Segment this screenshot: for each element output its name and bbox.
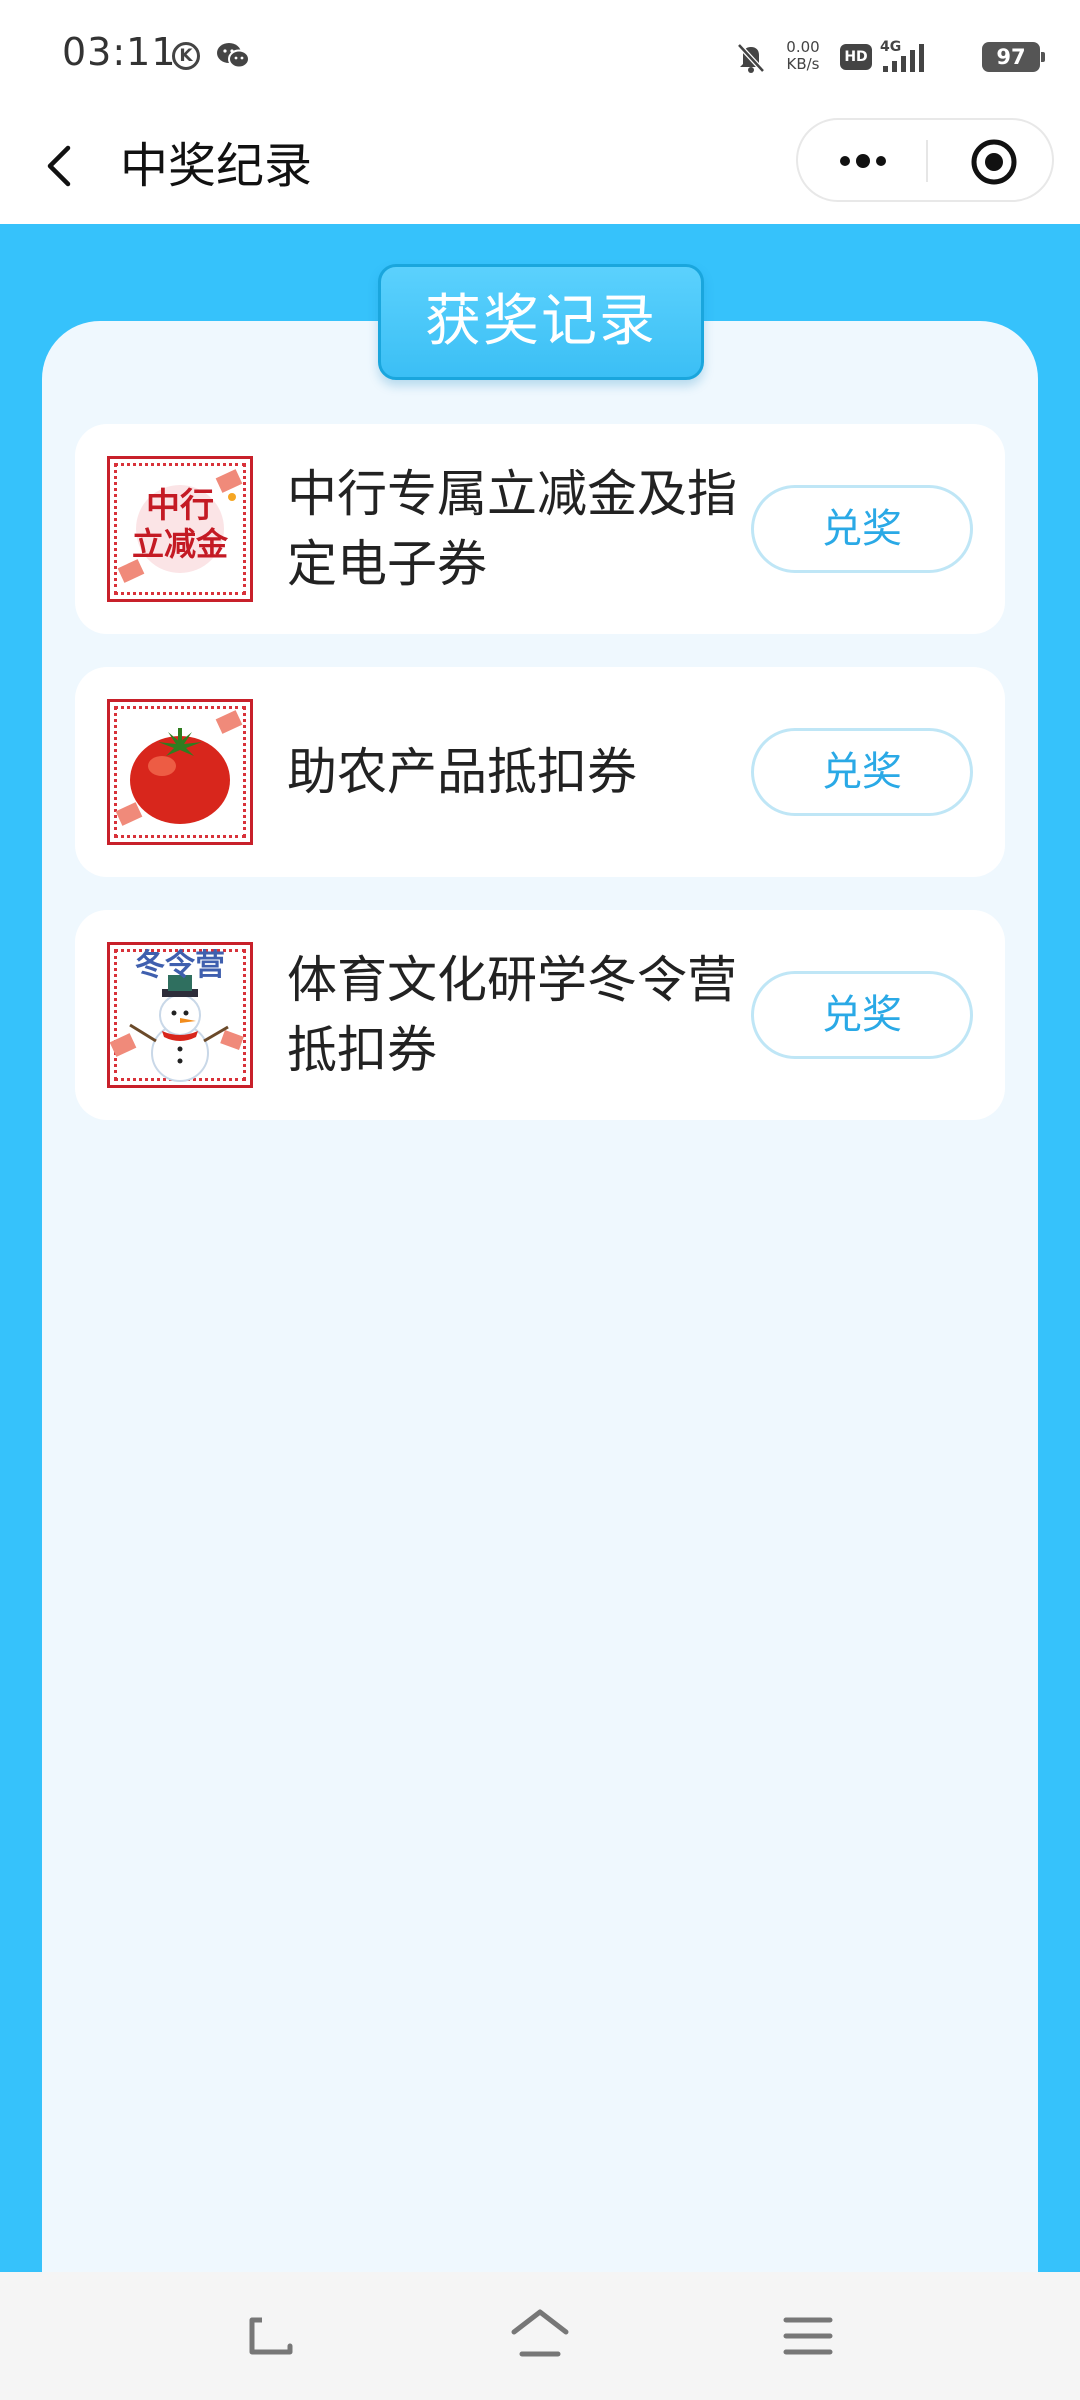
thumb-text-line1: 中行 bbox=[146, 486, 214, 526]
prize-card: 中行 立减金 中行专属立减金及指定电子券 兑奖 bbox=[75, 424, 1005, 634]
more-dots-icon[interactable] bbox=[832, 140, 894, 182]
battery-icon: 97 bbox=[982, 42, 1045, 72]
k-app-icon: K bbox=[172, 42, 200, 70]
back-arrow-icon[interactable] bbox=[38, 136, 78, 196]
status-bar: 03:11 K 0.00 KB/s HD 4G 97 bbox=[0, 0, 1080, 110]
menu-icon[interactable] bbox=[780, 2312, 836, 2360]
hd-badge: HD bbox=[840, 44, 872, 70]
status-right: 0.00 KB/s HD 4G 97 bbox=[700, 36, 1045, 76]
sys-back-icon[interactable] bbox=[240, 2308, 300, 2364]
status-time: 03:11 bbox=[62, 30, 177, 74]
network-type-label: 4G bbox=[880, 39, 901, 55]
tomato-art bbox=[115, 710, 243, 826]
mute-bell-icon bbox=[737, 43, 765, 73]
tomato-icon bbox=[107, 699, 253, 845]
prize-name: 中行专属立减金及指定电子券 bbox=[287, 465, 737, 593]
home-icon[interactable] bbox=[508, 2306, 572, 2364]
screen: 03:11 K 0.00 KB/s HD 4G 97 中奖纪录 获奖记录 中行 … bbox=[0, 0, 1080, 2400]
system-navigation-bar bbox=[0, 2272, 1080, 2400]
panel-title: 获奖记录 bbox=[378, 264, 704, 380]
net-speed: 0.00 KB/s bbox=[778, 39, 828, 73]
bank-coupon-icon: 中行 立减金 bbox=[107, 456, 253, 602]
mini-program-capsule bbox=[796, 118, 1054, 202]
prize-card: 冬令营 体育文化研学冬令营抵扣券 兑奖 bbox=[75, 910, 1005, 1120]
redeem-button[interactable]: 兑奖 bbox=[751, 971, 973, 1059]
prize-name: 体育文化研学冬令营抵扣券 bbox=[287, 951, 737, 1079]
close-mini-program-icon[interactable] bbox=[970, 138, 1018, 186]
thumb-text: 冬令营 bbox=[135, 948, 225, 983]
prize-name: 助农产品抵扣券 bbox=[287, 743, 637, 801]
capsule-divider bbox=[926, 140, 928, 182]
snowman-icon: 冬令营 bbox=[107, 942, 253, 1088]
nav-bar: 中奖纪录 bbox=[0, 110, 1080, 224]
signal-4g-icon: 4G bbox=[880, 39, 924, 72]
redeem-button[interactable]: 兑奖 bbox=[751, 728, 973, 816]
net-speed-unit: KB/s bbox=[786, 55, 820, 73]
thumb-text-line2: 立减金 bbox=[131, 525, 228, 563]
redeem-button[interactable]: 兑奖 bbox=[751, 485, 973, 573]
net-speed-value: 0.00 bbox=[786, 38, 820, 56]
wechat-icon bbox=[217, 43, 250, 69]
page-title: 中奖纪录 bbox=[120, 138, 313, 194]
prize-card: 助农产品抵扣券 兑奖 bbox=[75, 667, 1005, 877]
main-background: 获奖记录 中行 立减金 中行专属立减金及指定电子券 兑奖 助农产品抵扣券 兑奖 … bbox=[0, 224, 1080, 2400]
